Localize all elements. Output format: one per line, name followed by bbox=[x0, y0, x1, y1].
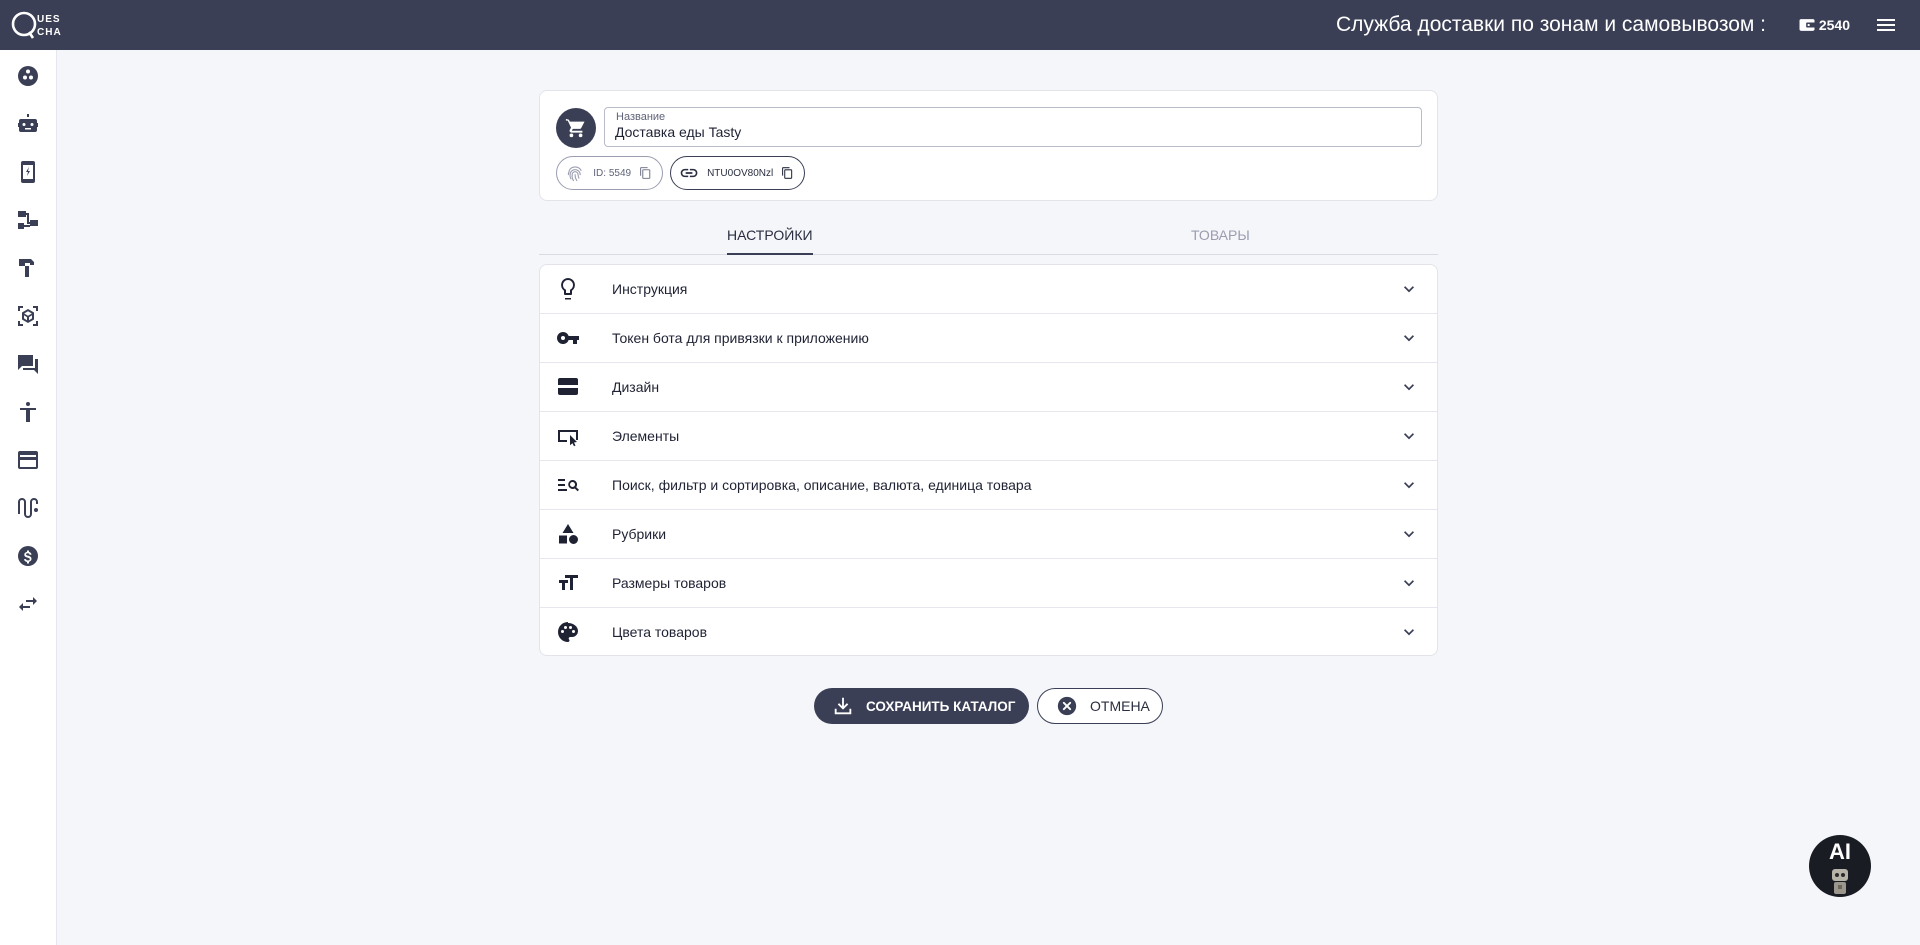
catalog-id-chip: ID: 5549 bbox=[556, 156, 663, 190]
section-label: Токен бота для привязки к приложению bbox=[612, 330, 869, 346]
section-label: Цвета товаров bbox=[612, 624, 708, 640]
wallet-balance[interactable]: 2540 bbox=[1797, 14, 1850, 36]
sidebar-item-payments[interactable] bbox=[16, 448, 40, 472]
credit-card-icon bbox=[18, 451, 38, 469]
catalog-card: Название ID: 5549 NTU0OV80Nzl bbox=[539, 90, 1438, 201]
quescha-logo[interactable]: UES CHA bbox=[11, 8, 71, 42]
save-catalog-label: СОХРАНИТЬ КАТАЛОГ bbox=[866, 698, 1016, 714]
sidebar-item-finance[interactable] bbox=[16, 544, 40, 568]
sidebar-item-routes[interactable] bbox=[16, 496, 40, 520]
catalog-name-input[interactable] bbox=[615, 124, 1405, 140]
section-categories[interactable]: Рубрики bbox=[540, 510, 1437, 559]
svg-text:CHA: CHA bbox=[37, 27, 62, 38]
section-product-colors[interactable]: Цвета товаров bbox=[540, 608, 1437, 655]
cancel-circle-icon bbox=[1057, 696, 1077, 716]
section-elements[interactable]: Элементы bbox=[540, 412, 1437, 461]
robot-icon bbox=[18, 114, 38, 132]
ai-label: AI bbox=[1829, 839, 1851, 864]
sidebar-item-chats[interactable] bbox=[16, 352, 40, 376]
categories-icon bbox=[559, 524, 578, 544]
wallet-icon bbox=[1799, 19, 1816, 31]
section-label: Размеры товаров bbox=[612, 575, 727, 591]
mobile-app-icon bbox=[21, 161, 35, 183]
dashboard-icon bbox=[18, 66, 38, 86]
section-search-filter[interactable]: Поиск, фильтр и сортировка, описание, ва… bbox=[540, 461, 1437, 510]
chevron-down-icon bbox=[1404, 482, 1414, 489]
catalog-avatar bbox=[556, 108, 596, 148]
swap-icon bbox=[19, 597, 37, 611]
sidebar-item-3d[interactable] bbox=[16, 304, 40, 328]
chevron-down-icon bbox=[1404, 629, 1414, 636]
catalog-link-text: NTU0OV80Nzl bbox=[707, 167, 774, 179]
sidebar-item-bots[interactable] bbox=[16, 112, 40, 136]
chevron-down-icon bbox=[1404, 384, 1414, 391]
catalog-tabs: Настройки Товары bbox=[539, 222, 1438, 255]
chevron-down-icon bbox=[1404, 580, 1414, 587]
chevron-down-icon bbox=[1404, 335, 1414, 342]
page-title: Служба доставки по зонам и самовывозом : bbox=[1335, 13, 1766, 36]
section-label: Дизайн bbox=[612, 379, 660, 395]
section-label: Поиск, фильтр и сортировка, описание, ва… bbox=[612, 477, 1032, 493]
settings-accordion: Инструкция Токен бота для привязки к при… bbox=[539, 264, 1438, 656]
elements-icon bbox=[558, 430, 578, 447]
sidebar bbox=[0, 50, 57, 945]
chat-icon bbox=[18, 355, 38, 374]
section-label: Элементы bbox=[612, 428, 680, 444]
top-bar: UES CHA Служба доставки по зонам и самов… bbox=[0, 0, 1920, 50]
section-instruction[interactable]: Инструкция bbox=[540, 265, 1437, 314]
text-size-icon bbox=[559, 575, 578, 590]
key-icon bbox=[556, 332, 579, 344]
palette-icon bbox=[558, 622, 578, 642]
lightbulb-icon bbox=[561, 278, 575, 300]
layout-icon bbox=[558, 378, 578, 395]
cancel-label: ОТМЕНА bbox=[1090, 698, 1150, 714]
section-label: Рубрики bbox=[612, 526, 667, 542]
section-product-sizes[interactable]: Размеры товаров bbox=[540, 559, 1437, 608]
catalog-name-label: Название bbox=[616, 111, 666, 123]
catalog-name-field[interactable]: Название bbox=[604, 107, 1422, 147]
balance-value: 2540 bbox=[1818, 17, 1850, 33]
tab-goods[interactable]: Товары bbox=[1191, 222, 1250, 255]
hamburger-menu-icon[interactable] bbox=[1874, 13, 1898, 37]
catalog-id-text: ID: 5549 bbox=[593, 167, 632, 179]
copy-id-icon[interactable] bbox=[639, 166, 652, 180]
section-design[interactable]: Дизайн bbox=[540, 363, 1437, 412]
sidebar-item-dashboard[interactable] bbox=[16, 64, 40, 88]
copy-link-icon[interactable] bbox=[781, 166, 794, 180]
chevron-down-icon bbox=[1404, 286, 1414, 293]
sidebar-item-apps[interactable] bbox=[16, 160, 40, 184]
search-filter-icon bbox=[558, 479, 579, 492]
chevron-down-icon bbox=[1404, 433, 1414, 440]
cube-scan-icon bbox=[18, 306, 38, 326]
sidebar-item-tools[interactable] bbox=[16, 256, 40, 280]
robot-mascot-icon bbox=[1832, 869, 1848, 894]
shopping-cart-icon bbox=[565, 118, 585, 138]
tab-settings[interactable]: Настройки bbox=[727, 222, 813, 255]
sidebar-item-structure[interactable] bbox=[16, 208, 40, 232]
svg-text:UES: UES bbox=[37, 14, 61, 25]
save-catalog-button[interactable]: СОХРАНИТЬ КАТАЛОГ bbox=[814, 688, 1029, 724]
section-bot-token[interactable]: Токен бота для привязки к приложению bbox=[540, 314, 1437, 363]
accessibility-icon bbox=[20, 402, 36, 422]
download-icon bbox=[834, 697, 852, 715]
chevron-down-icon bbox=[1404, 531, 1414, 538]
structure-icon bbox=[18, 211, 38, 229]
ai-assistant-button[interactable]: AI bbox=[1809, 835, 1871, 897]
cancel-button[interactable]: ОТМЕНА bbox=[1037, 688, 1163, 724]
fingerprint-icon bbox=[567, 166, 582, 182]
hammer-icon bbox=[19, 259, 34, 277]
sidebar-item-exchange[interactable] bbox=[16, 592, 40, 616]
sidebar-item-accessibility[interactable] bbox=[16, 400, 40, 424]
dollar-icon bbox=[18, 546, 38, 566]
link-icon bbox=[680, 168, 698, 178]
section-label: Инструкция bbox=[612, 281, 688, 297]
catalog-link-chip: NTU0OV80Nzl bbox=[670, 156, 805, 190]
route-icon bbox=[18, 498, 38, 518]
